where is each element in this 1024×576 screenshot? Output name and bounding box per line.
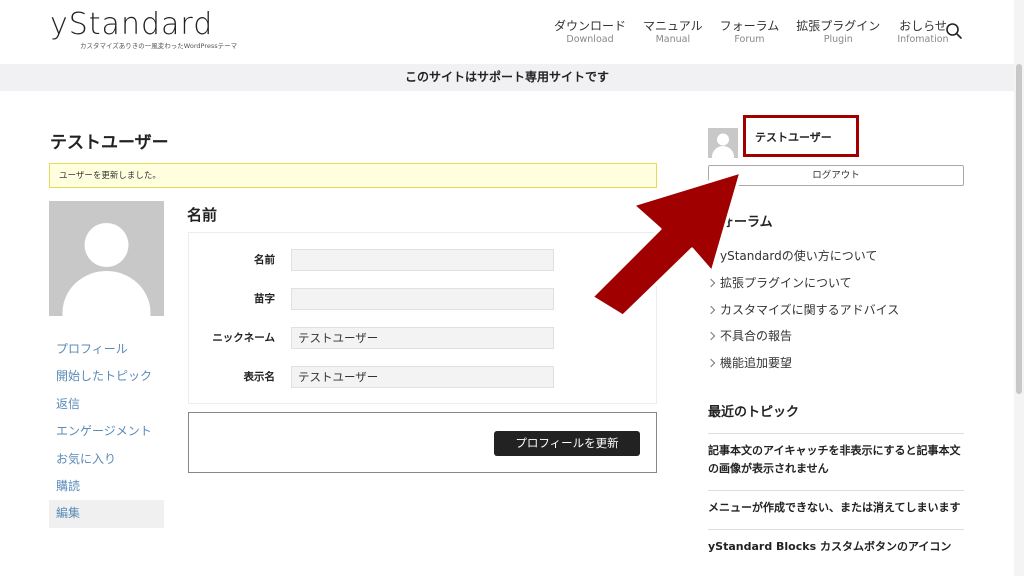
- topic-item[interactable]: yStandard Blocks カスタムボタンのアイコン: [708, 529, 964, 568]
- field-label: ニックネーム: [212, 332, 275, 344]
- nav-item-information[interactable]: おしらせ Infomation: [897, 19, 948, 46]
- nav-item-plugin[interactable]: 拡張プラグイン Plugin: [796, 19, 880, 46]
- profile-nav: プロフィール 開始したトピック 返信 エンゲージメント お気に入り 購読 編集: [49, 336, 164, 528]
- profile-nav-profile[interactable]: プロフィール: [49, 336, 164, 363]
- forum-item[interactable]: 機能追加要望: [708, 350, 964, 377]
- nav-label-ja: ダウンロード: [554, 19, 627, 33]
- avatar: [49, 201, 164, 316]
- nav-label-en: Manual: [655, 34, 691, 45]
- logout-button[interactable]: ログアウト: [708, 165, 964, 186]
- forum-item[interactable]: yStandardの使い方について: [708, 243, 964, 270]
- nav-item-download[interactable]: ダウンロード Download: [554, 19, 626, 46]
- form-row-last-name: 苗字: [189, 288, 658, 310]
- topic-item[interactable]: メニューが作成できない、または消えてしまいます: [708, 490, 964, 529]
- forum-item[interactable]: 不具合の報告: [708, 323, 964, 350]
- nav-label-ja: フォーラム: [719, 19, 780, 33]
- submit-area: プロフィールを更新: [188, 412, 657, 473]
- global-nav: ダウンロード Download マニュアル Manual フォーラム Forum…: [554, 19, 966, 46]
- form-row-display-name: 表示名 テストユーザー: [189, 366, 658, 388]
- nav-label-en: Infomation: [897, 34, 949, 45]
- nickname-input[interactable]: テストユーザー: [291, 327, 554, 349]
- page-title: テストユーザー: [50, 133, 169, 153]
- site-logo[interactable]: yStandard カスタマイズありきの一風変わったWordPressテーマ: [50, 7, 238, 51]
- nav-label-en: Forum: [734, 34, 765, 45]
- forum-item[interactable]: 拡張プラグインについて: [708, 270, 964, 297]
- display-name-select[interactable]: テストユーザー: [291, 366, 554, 388]
- profile-nav-replies[interactable]: 返信: [49, 391, 164, 418]
- site-header: yStandard カスタマイズありきの一風変わったWordPressテーマ ダ…: [0, 0, 1024, 64]
- profile-nav-favorites[interactable]: お気に入り: [49, 446, 164, 473]
- last-name-input[interactable]: [291, 288, 554, 310]
- form-row-first-name: 名前: [189, 249, 658, 271]
- topic-item[interactable]: 記事本文のアイキャッチを非表示にすると記事本文の画像が表示されません: [708, 433, 964, 490]
- logo-text: yStandard: [50, 7, 214, 42]
- recent-topics-heading: 最近のトピック: [708, 405, 800, 420]
- profile-nav-topics-started[interactable]: 開始したトピック: [49, 363, 164, 390]
- sidebar-avatar[interactable]: [708, 128, 738, 158]
- logo-tagline: カスタマイズありきの一風変わったWordPressテーマ: [80, 42, 238, 50]
- update-success-alert: ユーザーを更新しました。: [49, 163, 657, 188]
- field-label: 苗字: [254, 293, 275, 305]
- nav-label-ja: マニュアル: [643, 19, 703, 33]
- field-label: 表示名: [243, 371, 276, 383]
- scrollbar-thumb[interactable]: [1016, 64, 1022, 394]
- update-profile-button[interactable]: プロフィールを更新: [494, 431, 640, 456]
- nav-label-ja: 拡張プラグイン: [796, 19, 881, 33]
- section-title-name: 名前: [187, 206, 218, 224]
- field-label: 名前: [254, 254, 275, 266]
- nav-item-manual[interactable]: マニュアル Manual: [643, 19, 703, 46]
- profile-nav-subscriptions[interactable]: 購読: [49, 473, 164, 500]
- profile-nav-engagements[interactable]: エンゲージメント: [49, 418, 164, 445]
- nav-label-en: Download: [566, 34, 614, 45]
- name-form: 名前 苗字 ニックネーム テストユーザー 表示名 テストユーザー: [188, 232, 657, 404]
- form-row-nickname: ニックネーム テストユーザー: [189, 327, 658, 349]
- support-notice-bar: このサイトはサポート専用サイトです: [0, 64, 1014, 91]
- annotation-highlight-box: [743, 115, 859, 157]
- recent-topics-list: 記事本文のアイキャッチを非表示にすると記事本文の画像が表示されません メニューが…: [708, 433, 964, 568]
- forum-heading: フォーラム: [708, 215, 773, 230]
- nav-label-en: Plugin: [823, 34, 853, 45]
- forum-item[interactable]: カスタマイズに関するアドバイス: [708, 297, 964, 324]
- forum-list: yStandardの使い方について 拡張プラグインについて カスタマイズに関する…: [708, 243, 964, 377]
- nav-item-forum[interactable]: フォーラム Forum: [720, 19, 780, 46]
- search-icon[interactable]: [945, 22, 963, 40]
- nav-label-ja: おしらせ: [899, 19, 947, 33]
- profile-nav-edit[interactable]: 編集: [49, 500, 164, 528]
- first-name-input[interactable]: [291, 249, 554, 271]
